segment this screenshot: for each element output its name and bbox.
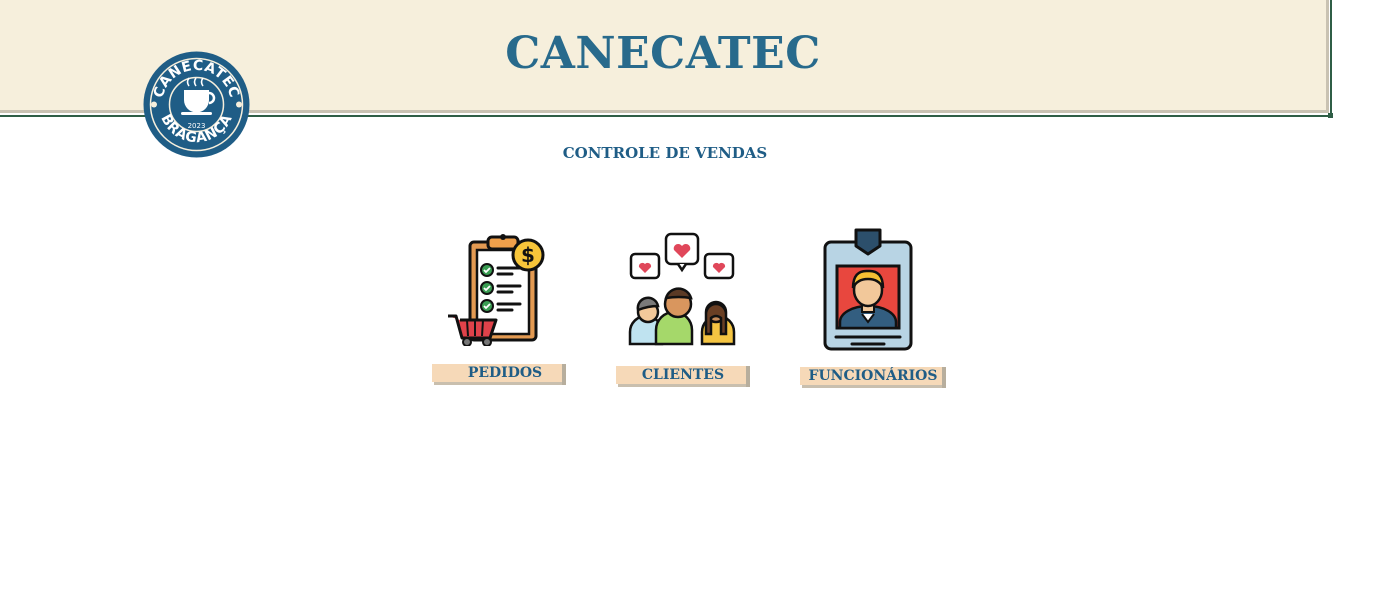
clipboard-cart-icon: $ (448, 234, 545, 346)
clientes-ribbon: CLIENTES (616, 366, 750, 388)
menu-label-clientes: CLIENTES (641, 367, 725, 383)
header-border-right (1330, 0, 1332, 117)
people-hearts-icon (628, 232, 736, 346)
canecatec-logo: CANECATEC BRAGANÇA 2023 (143, 51, 250, 158)
page-subtitle: CONTROLE DE VENDAS (562, 144, 768, 162)
funcionarios-ribbon: FUNCIONÁRIOS (800, 367, 946, 389)
header-corner-marker (1328, 113, 1333, 118)
employee-badge-icon (823, 228, 913, 351)
menu-label-funcionarios: FUNCIONÁRIOS (808, 368, 938, 384)
menu-item-clientes[interactable]: CLIENTES (612, 228, 752, 393)
menu-item-pedidos[interactable]: $ PEDIDOS (428, 228, 568, 393)
menu-label-pedidos: PEDIDOS (467, 365, 543, 381)
menu-item-funcionarios[interactable]: FUNCIONÁRIOS (796, 228, 948, 393)
pedidos-ribbon: PEDIDOS (432, 364, 566, 386)
svg-text:$: $ (521, 243, 535, 267)
logo-year: 2023 (188, 122, 206, 130)
